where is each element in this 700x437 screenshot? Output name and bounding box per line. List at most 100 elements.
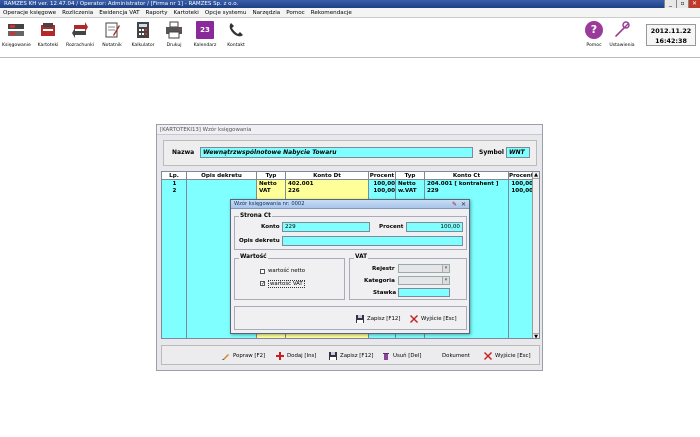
scroll-down-icon[interactable]: ▼ [533, 333, 539, 338]
name-group: Nazwa Wewnątrzwspólnotowe Nabycie Towaru… [163, 140, 537, 166]
floppy-icon [356, 315, 364, 323]
table-row-1-lp[interactable]: 1 [162, 181, 187, 188]
toolbar-calendar-button[interactable]: 23 Kalendarz [191, 21, 219, 55]
table-row-1-type-ct[interactable]: Netto [398, 181, 425, 188]
document-button-label: Dokument [442, 353, 470, 359]
table-row-2-percent-dt[interactable]: 100,00 [369, 188, 395, 195]
description-field[interactable] [282, 236, 463, 246]
toolbar-contact-button[interactable]: Kontakt [222, 21, 250, 55]
dialog-exit-button[interactable]: Wyjście [Esc] [410, 313, 457, 325]
dialog-exit-label: Wyjście [Esc] [421, 316, 457, 322]
symbol-label: Symbol [479, 149, 504, 156]
category-label: Kategoria [364, 278, 395, 284]
table-row-1-desc[interactable] [187, 181, 257, 188]
header-lp[interactable]: Lp. [162, 172, 187, 180]
notepad-icon [105, 22, 120, 38]
dialog-save-button[interactable]: Zapisz [F12] [356, 313, 400, 325]
table-row-2-desc[interactable] [187, 188, 257, 195]
rate-label: Stawka [373, 290, 397, 296]
delete-button[interactable]: Usuń [Del] [382, 350, 421, 362]
table-scrollbar[interactable]: ▲ ▼ [532, 172, 539, 338]
toolbar-settlements-button[interactable]: Rozrachunki [66, 21, 94, 55]
credit-side-group: Strona Ct Konto 229 Procent 100,00 Opis … [234, 213, 467, 250]
minimize-icon[interactable]: _ [664, 0, 676, 8]
menu-item-opcje[interactable]: Opcje systemu [202, 8, 250, 17]
name-field[interactable]: Wewnątrzwspólnotowe Nabycie Towaru [200, 147, 473, 158]
cards-icon [41, 23, 55, 36]
app-title: RAMZES KH ver. 12.47.04 / Operator: Admi… [4, 1, 239, 7]
table-row-1-type-dt[interactable]: Netto [259, 181, 286, 188]
header-type-dt[interactable]: Typ [257, 172, 286, 180]
table-row-1-percent-dt[interactable]: 100,00 [369, 181, 395, 188]
add-button-label: Dodaj [Ins] [287, 353, 317, 359]
pin-icon[interactable]: ✎ [451, 201, 458, 208]
toolbar-booking-button[interactable]: Księgowanie [2, 21, 31, 55]
clock-time: 16:42:38 [655, 37, 687, 45]
add-button[interactable]: Dodaj [Ins] [276, 350, 316, 362]
menu-item-pomoc[interactable]: Pomoc [283, 8, 308, 17]
table-row-2-account-ct[interactable]: 229 [427, 188, 509, 195]
percent-field[interactable]: 100,00 [406, 222, 463, 232]
save-button[interactable]: Zapisz [F12] [329, 350, 373, 362]
table-row-2-type-ct[interactable]: w.VAT [398, 188, 425, 195]
close-icon[interactable]: ✕ [688, 0, 700, 8]
table-row-2-percent-ct[interactable]: 100,00 [509, 188, 533, 195]
scroll-up-icon[interactable]: ▲ [533, 172, 539, 179]
edit-button-label: Popraw [F2] [233, 353, 266, 359]
header-type-ct[interactable]: Typ [396, 172, 425, 180]
register-dropdown-icon[interactable]: ▾ [442, 265, 449, 272]
check-mark-icon: ✓ [261, 281, 266, 287]
menu-bar: Operacje księgowe Rozliczenia Ewidencja … [0, 8, 700, 18]
table-row-2-type-dt[interactable]: VAT [259, 188, 286, 195]
document-button[interactable]: Dokument [430, 350, 470, 362]
menu-item-raporty[interactable]: Raporty [143, 8, 171, 17]
table-row-2-account-dt[interactable]: 226 [288, 188, 368, 195]
name-label: Nazwa [172, 149, 195, 156]
register-select[interactable]: ▾ [398, 264, 450, 273]
menu-item-rozliczenia[interactable]: Rozliczenia [59, 8, 96, 17]
header-percent-ct[interactable]: Procent [509, 172, 534, 180]
rate-field[interactable] [398, 288, 450, 297]
dialog-close-icon[interactable]: ✕ [460, 201, 467, 208]
menu-item-narzedzia[interactable]: Narzędzia [249, 8, 283, 17]
net-value-checkbox[interactable] [260, 269, 265, 274]
table-row-2-lp[interactable]: 2 [162, 188, 187, 195]
help-icon: ? [585, 21, 603, 39]
menu-item-operacje[interactable]: Operacje księgowe [0, 8, 59, 17]
table-row-1-percent-ct[interactable]: 100,00 [509, 181, 533, 188]
settlements-icon [72, 22, 88, 38]
toolbar-contact-label: Kontakt [227, 43, 245, 48]
toolbar-print-button[interactable]: Drukuj [160, 21, 188, 55]
header-account-dt[interactable]: Konto Dt [286, 172, 369, 180]
category-dropdown-icon[interactable]: ▾ [442, 277, 449, 284]
exit-button[interactable]: Wyjście [Esc] [484, 350, 531, 362]
save-button-label: Zapisz [F12] [340, 353, 374, 359]
toolbar-settings-label: Ustawienia [609, 43, 635, 48]
maximize-icon[interactable]: ▫ [676, 0, 688, 8]
header-account-ct[interactable]: Konto Ct [425, 172, 509, 180]
category-select[interactable]: ▾ [398, 276, 450, 285]
toolbar-calendar-label: Kalendarz [193, 43, 217, 48]
menu-item-rekomendacje[interactable]: Rekomendacje [308, 8, 355, 17]
menu-item-ewidencja-vat[interactable]: Ewidencja VAT [96, 8, 142, 17]
vat-value-checkbox[interactable]: ✓ [260, 281, 266, 287]
value-group: Wartość wartość netto ✓ wartość VAT [234, 254, 345, 300]
account-field[interactable]: 229 [282, 222, 370, 232]
toolbar-cards-button[interactable]: Kartoteki [34, 21, 62, 55]
plus-icon [276, 352, 284, 360]
menu-item-kartoteki[interactable]: Kartoteki [171, 8, 202, 17]
posting-template-window-title: [KARTOTEKI13] Wzór księgowania [157, 125, 542, 135]
edit-button[interactable]: Popraw [F2] [222, 350, 265, 362]
percent-label: Procent [379, 224, 404, 230]
table-row-1-account-dt[interactable]: 402.001 [288, 181, 368, 188]
exit-button-label: Wyjście [Esc] [495, 353, 531, 359]
tools-icon [615, 21, 630, 37]
toolbar-notepad-button[interactable]: Notatnik [98, 21, 126, 55]
header-desc[interactable]: Opis dekretu [187, 172, 257, 180]
toolbar-calculator-button[interactable]: Kalkulator [129, 21, 157, 55]
symbol-field[interactable]: WNT [506, 147, 530, 158]
toolbar-settings-button[interactable]: Ustawienia [608, 21, 636, 55]
header-percent-dt[interactable]: Procent [369, 172, 396, 180]
toolbar-help-button[interactable]: ? Pomoc [580, 21, 608, 55]
table-row-1-account-ct[interactable]: 204.001 [ kontrahent ] [427, 181, 509, 188]
